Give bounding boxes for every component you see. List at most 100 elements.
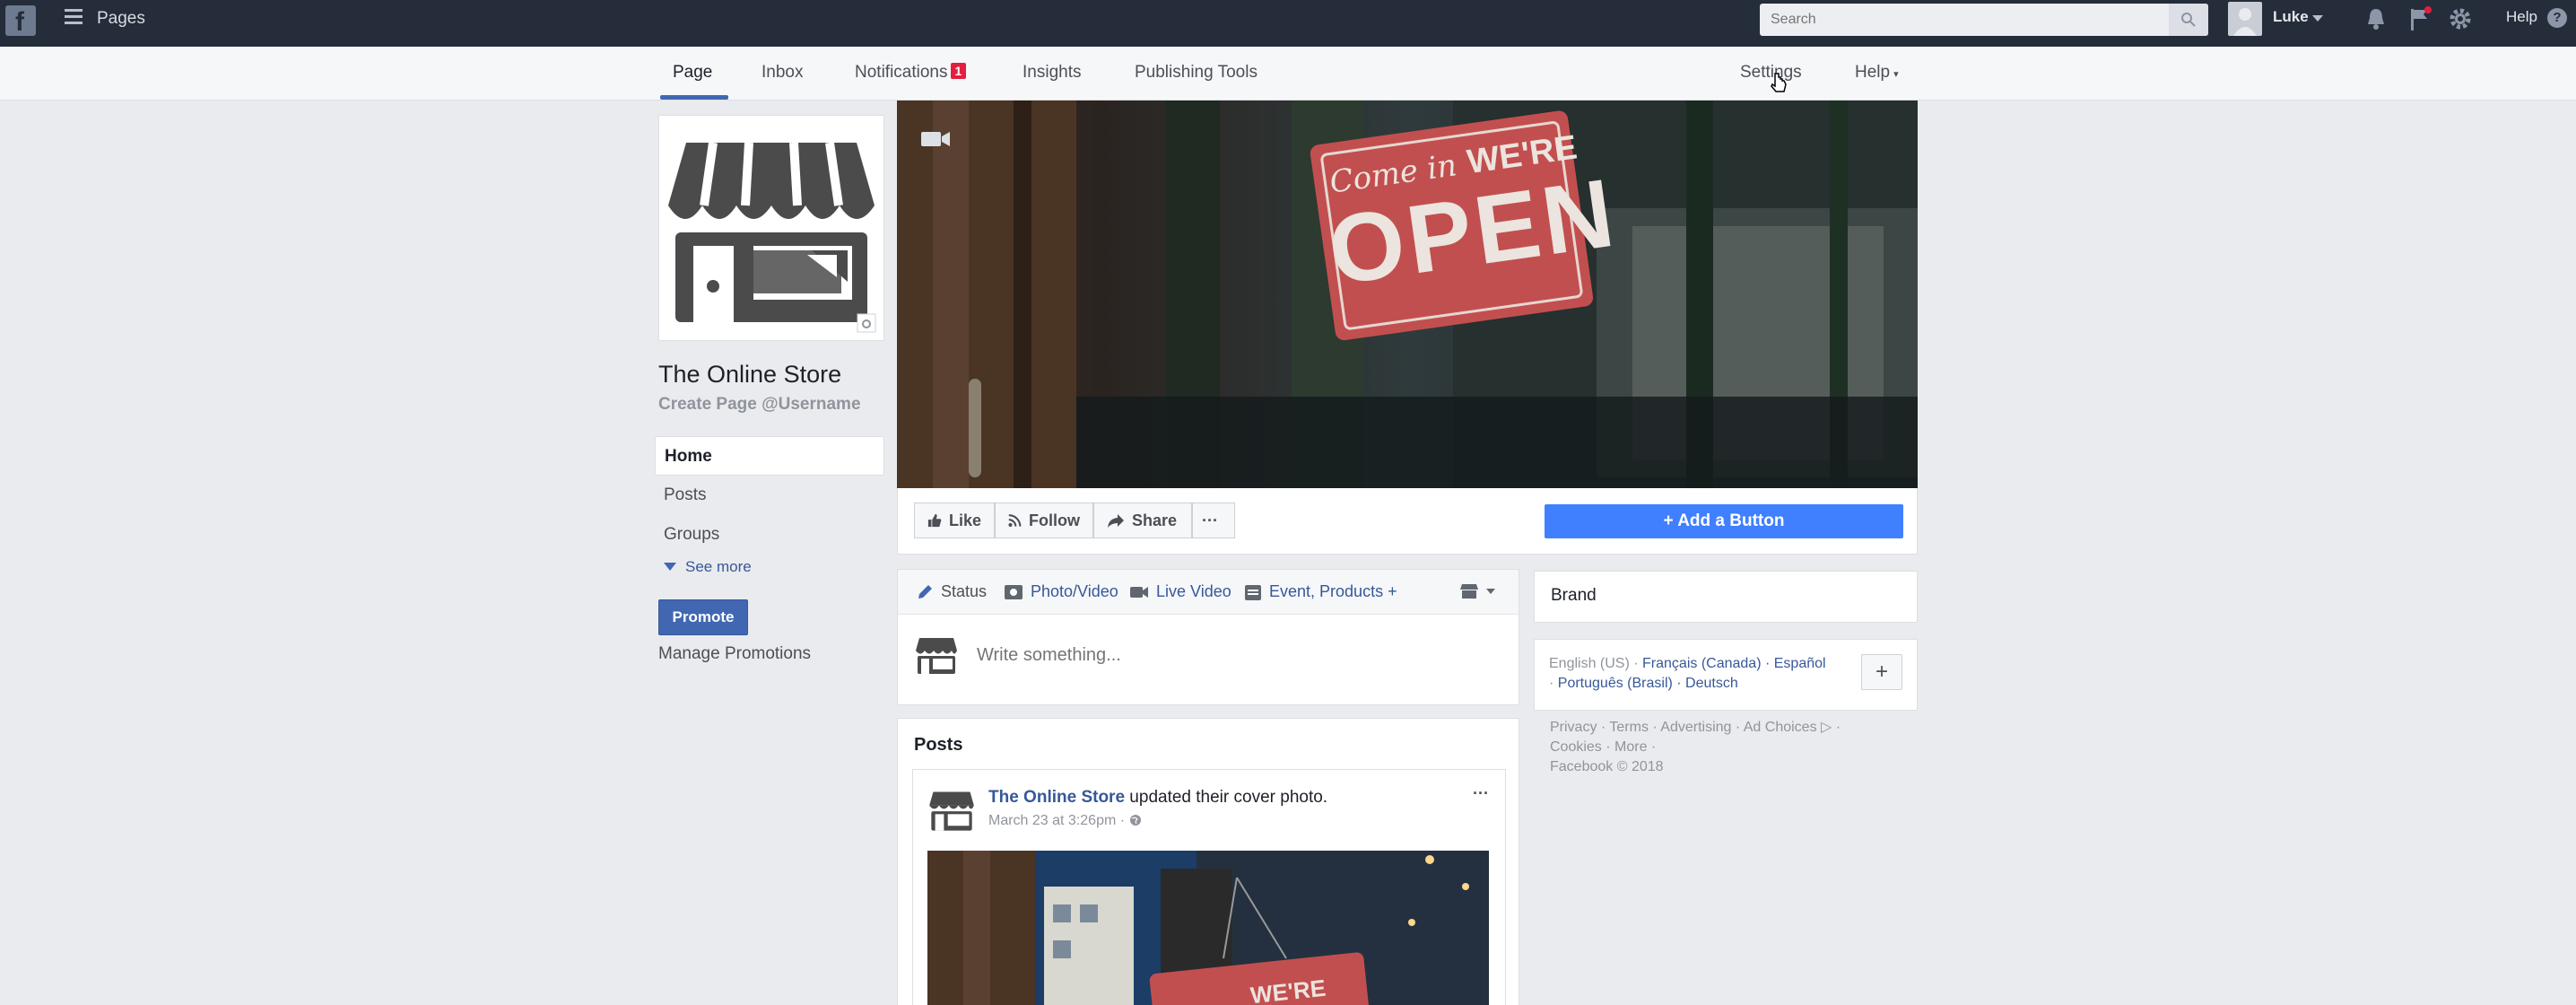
search-input[interactable] [1760, 4, 2154, 36]
footer-links: Privacy · Terms · Advertising · Ad Choic… [1550, 718, 1909, 777]
post-header: The Online Store updated their cover pho… [988, 788, 1327, 808]
current-language: English (US) · [1549, 656, 1643, 671]
pencil-icon [918, 584, 932, 599]
help-link[interactable]: Help [2506, 8, 2537, 26]
like-button[interactable]: Like [914, 502, 995, 538]
store-icon [668, 142, 875, 322]
follow-label: Follow [1029, 511, 1080, 529]
user-name[interactable]: Luke [2273, 8, 2309, 26]
live-video-icon [1130, 586, 1148, 598]
share-button[interactable]: Share [1093, 502, 1192, 538]
language-links-line2[interactable]: Português (Brasil) · Deutsch [1558, 676, 1738, 691]
post-timestamp[interactable]: March 23 at 3:26pm · [988, 813, 1142, 829]
notifications-bell-icon[interactable] [2363, 5, 2389, 32]
post-as-selector[interactable] [1459, 582, 1499, 605]
camera-edit-icon[interactable] [857, 313, 876, 333]
active-tab-indicator [660, 95, 728, 100]
composer-page-avatar [914, 633, 959, 677]
post-image[interactable]: WE'RE [927, 851, 1489, 1005]
left-nav-item-posts[interactable]: Posts [655, 476, 884, 515]
gear-icon[interactable] [2447, 5, 2474, 32]
tab-help[interactable]: Help ▾ [1855, 63, 1899, 83]
search-box [1760, 4, 2208, 36]
globe-icon [1129, 815, 1141, 826]
add-a-button-button[interactable]: + Add a Button [1545, 504, 1903, 538]
composer-tab-status[interactable]: Status [916, 582, 987, 601]
create-username-link[interactable]: Create Page @Username [658, 395, 861, 415]
post-author-avatar[interactable] [927, 786, 976, 835]
like-label: Like [948, 511, 981, 529]
tab-notifications-label: Notifications [855, 63, 948, 82]
photo-icon [1005, 584, 1023, 599]
user-avatar[interactable] [2228, 2, 2262, 36]
copyright: Facebook © 2018 [1550, 759, 1664, 774]
composer-tab-event-products-label: Event, Products + [1269, 582, 1397, 600]
page-category: Brand [1551, 586, 1597, 605]
language-list: English (US) · Français (Canada) · Españ… [1549, 654, 1854, 694]
tab-notifications[interactable]: Notifications 1 [855, 63, 967, 83]
tab-page[interactable]: Page [673, 63, 712, 83]
video-camera-icon[interactable] [920, 129, 951, 149]
account-caret-icon[interactable] [2312, 15, 2323, 22]
notification-count-badge: 1 [950, 63, 967, 79]
share-label: Share [1132, 511, 1178, 529]
page-avatar-caret-icon [1460, 584, 1495, 599]
more-dots-icon: ··· [1202, 511, 1218, 529]
manage-promotions-link[interactable]: Manage Promotions [658, 644, 811, 664]
calendar-icon [1245, 584, 1261, 600]
cover-photo[interactable]: Come in WE'RE OPEN [897, 100, 1918, 488]
help-caret-icon: ▾ [1893, 69, 1899, 80]
posts-card: Posts The Online Store updated their cov… [897, 718, 1519, 1005]
see-more-label: See more [685, 558, 752, 575]
footer-links-line1[interactable]: Privacy · Terms · Advertising · Ad Choic… [1550, 718, 1909, 738]
triangle-down-icon [664, 563, 676, 571]
flag-icon[interactable] [2406, 5, 2432, 32]
search-button[interactable] [2169, 4, 2208, 36]
promote-button[interactable]: Promote [658, 599, 748, 635]
thumbs-up-icon [927, 513, 942, 528]
menu-icon[interactable] [65, 9, 83, 27]
more-actions-button[interactable]: ··· [1192, 502, 1235, 538]
page-sub-nav: Page Inbox Notifications 1 Insights Publi… [0, 47, 2576, 100]
post-time-label: March 23 at 3:26pm · [988, 813, 1129, 828]
page-category-card: Brand [1534, 571, 1918, 623]
language-card: English (US) · Français (Canada) · Españ… [1534, 639, 1918, 711]
post-item: The Online Store updated their cover pho… [912, 769, 1506, 1005]
write-something-input[interactable] [977, 642, 1497, 669]
left-nav-item-groups[interactable]: Groups [655, 515, 884, 555]
post-options-icon[interactable]: ··· [1473, 784, 1489, 803]
composer-tabs: Status Photo/Video Live Video Event, Pro… [898, 570, 1519, 615]
mouse-cursor-icon [1771, 73, 1787, 92]
pages-title[interactable]: Pages [97, 9, 145, 29]
rss-follow-icon [1008, 514, 1022, 528]
facebook-logo-icon[interactable]: f [5, 5, 36, 37]
post-author-link[interactable]: The Online Store [988, 788, 1125, 807]
composer-tab-live-video[interactable]: Live Video [1129, 582, 1231, 601]
composer-tab-photo-video-label: Photo/Video [1031, 582, 1118, 600]
top-bar: f Pages Luke Help ? [0, 0, 2576, 47]
post-photo [927, 851, 1489, 1005]
post-action-text: updated their cover photo. [1125, 788, 1328, 807]
tab-publishing-tools[interactable]: Publishing Tools [1135, 63, 1258, 83]
tab-help-label: Help [1855, 63, 1891, 82]
language-separator: · [1549, 676, 1558, 691]
follow-button[interactable]: Follow [995, 502, 1093, 538]
search-icon [2181, 13, 2196, 27]
language-links-line1[interactable]: Français (Canada) · Español [1642, 656, 1826, 671]
composer-tab-event-products[interactable]: Event, Products + [1244, 582, 1397, 601]
posts-heading: Posts [914, 735, 963, 755]
left-nav-item-home[interactable]: Home [655, 436, 884, 476]
footer-links-line2[interactable]: Cookies · More · [1550, 738, 1909, 757]
composer-tab-photo-video[interactable]: Photo/Video [1004, 582, 1118, 601]
tab-inbox[interactable]: Inbox [761, 63, 803, 83]
see-more-link[interactable]: See more [664, 558, 752, 576]
left-nav: Home Posts Groups [655, 436, 884, 555]
add-language-button[interactable]: + [1861, 654, 1902, 690]
page-profile-picture[interactable] [658, 115, 884, 341]
page-name: The Online Store [658, 361, 842, 388]
post-composer: Status Photo/Video Live Video Event, Pro… [897, 569, 1519, 705]
share-arrow-icon [1108, 514, 1124, 528]
composer-tab-status-label: Status [941, 582, 988, 600]
help-icon[interactable]: ? [2547, 8, 2567, 28]
tab-insights[interactable]: Insights [1023, 63, 1081, 83]
